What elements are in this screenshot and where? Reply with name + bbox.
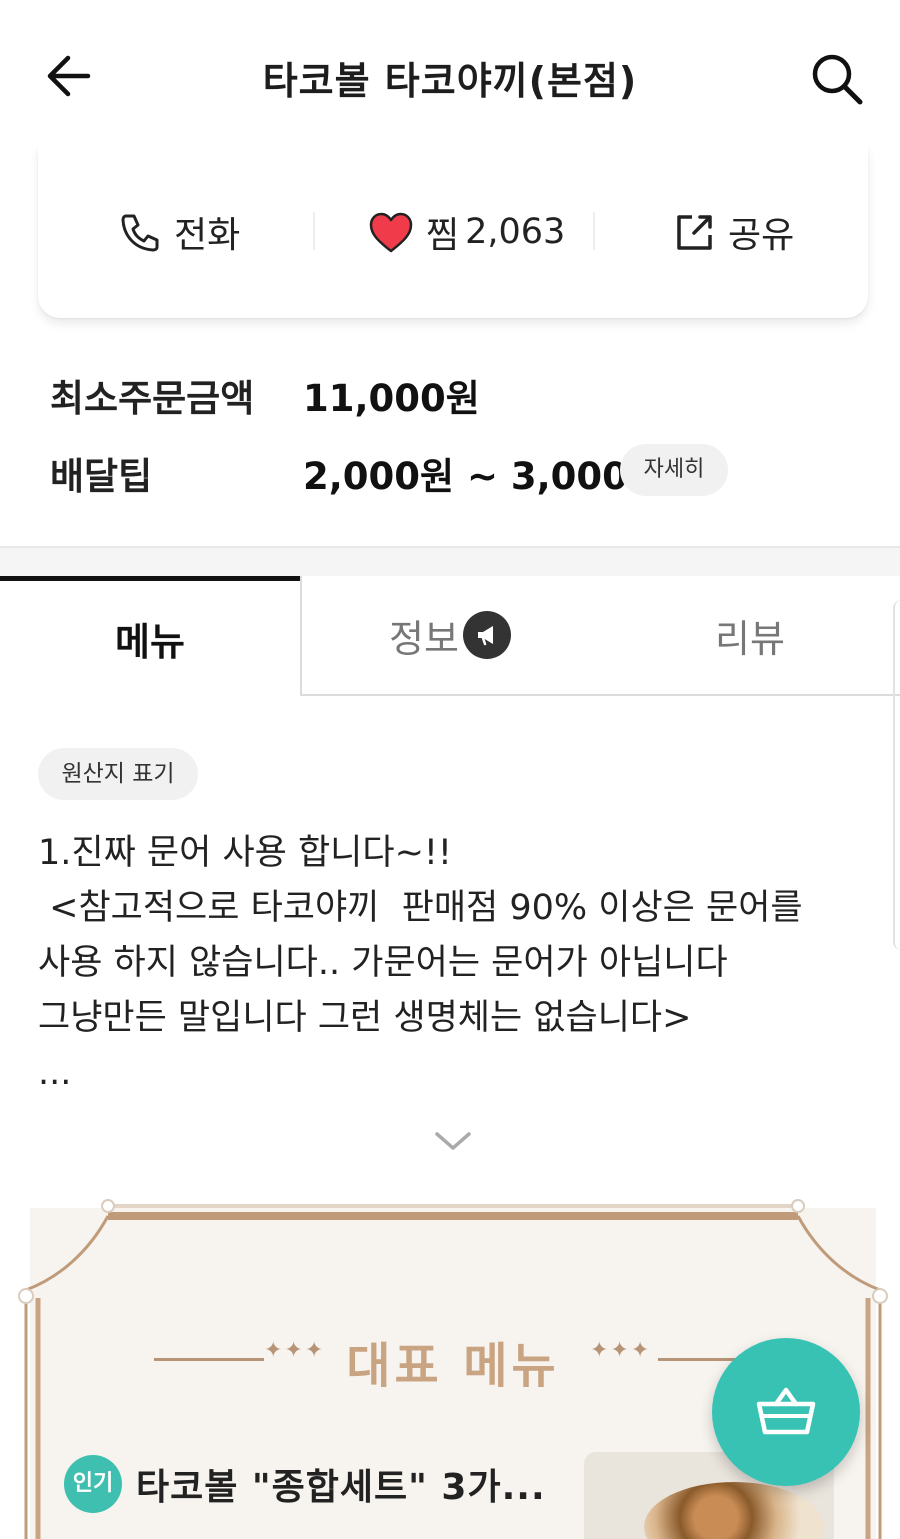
chevron-down-icon[interactable] (434, 1130, 472, 1156)
store-action-card: 전화 찜 2,063 공유 (38, 146, 868, 318)
basket-icon (756, 1387, 816, 1435)
like-count: 2,063 (465, 212, 566, 252)
like-label: 찜 (426, 215, 460, 256)
delivery-tip-detail-button[interactable]: 자세히 (620, 444, 728, 496)
min-order-label: 최소주문금액 (50, 377, 255, 420)
popular-badge: 인기 (64, 1455, 122, 1513)
heart-icon (369, 212, 413, 253)
call-label: 전화 (174, 215, 241, 256)
ornament-right: ✦✦✦ (590, 1338, 652, 1363)
share-icon (677, 215, 712, 250)
origin-label-button[interactable]: 원산지 표기 (38, 748, 198, 800)
store-notice-text: 1.진짜 문어 사용 합니다~!! <참고적으로 타코야끼 판매점 90% 이상… (38, 833, 803, 1093)
tab-info[interactable]: 정보 (300, 576, 600, 696)
divider (593, 212, 595, 250)
megaphone-icon (462, 611, 511, 659)
tab-review-label: 리뷰 (715, 616, 785, 661)
min-order-value: 11,000원 (303, 377, 480, 420)
like-button[interactable]: 찜 2,063 (368, 204, 565, 260)
search-icon[interactable] (806, 48, 866, 108)
tab-divider (300, 576, 302, 696)
store-tabs: 메뉴 정보 리뷰 (0, 576, 900, 696)
page-title: 타코볼 타코야끼(본점) (262, 59, 638, 103)
delivery-tip-label: 배달팁 (50, 455, 153, 498)
food-image (644, 1482, 824, 1539)
divider (313, 212, 315, 250)
tab-review[interactable]: 리뷰 (600, 576, 900, 696)
tab-menu[interactable]: 메뉴 (0, 576, 300, 696)
featured-item-title[interactable]: 타코볼 "종합세트" 3가... (136, 1458, 546, 1510)
delivery-tip-value: 2,000원 ~ 3,000원 (303, 455, 662, 498)
call-button[interactable]: 전화 (118, 204, 240, 260)
tab-info-label: 정보 (389, 616, 459, 661)
phone-icon (121, 214, 159, 252)
scroll-edge (893, 600, 900, 950)
section-separator (0, 546, 900, 576)
share-button[interactable]: 공유 (674, 204, 794, 260)
cart-button[interactable] (712, 1338, 860, 1486)
app-bar: 타코볼 타코야끼(본점) (0, 0, 900, 146)
tab-menu-label: 메뉴 (115, 620, 185, 664)
share-label: 공유 (728, 215, 795, 256)
